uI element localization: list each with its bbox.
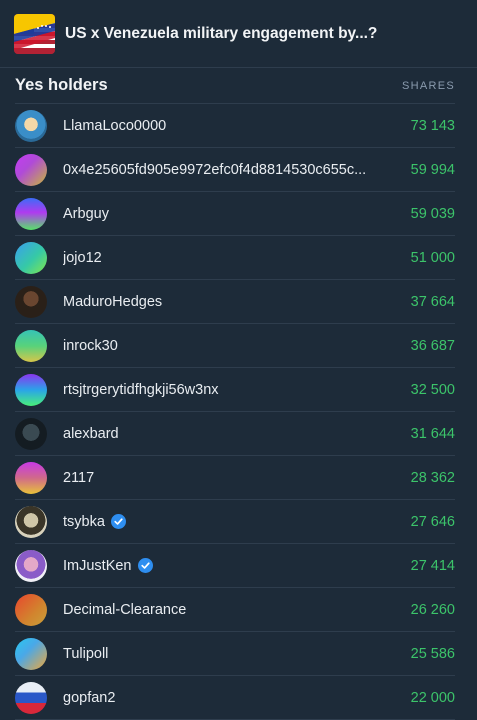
shares-column-label: SHARES — [401, 79, 455, 92]
holder-name[interactable]: alexbard — [63, 426, 119, 442]
holder-shares: 59 039 — [410, 205, 455, 222]
holder-shares: 73 143 — [410, 117, 455, 134]
holder-row[interactable]: 0x4e25605fd905e9972efc0f4d8814530c655c..… — [15, 148, 455, 192]
holder-row[interactable]: tsybka 27 646 — [15, 500, 455, 544]
avatar[interactable] — [15, 153, 47, 186]
holder-name[interactable]: jojo12 — [63, 250, 102, 266]
avatar[interactable] — [15, 593, 47, 626]
avatar[interactable] — [15, 461, 47, 494]
holder-shares: 31 644 — [410, 425, 455, 442]
market-header[interactable]: US x Venezuela military engagement by...… — [0, 0, 477, 68]
holder-name[interactable]: inrock30 — [63, 338, 118, 354]
holder-name[interactable]: Arbguy — [63, 206, 109, 222]
holder-name[interactable]: Tulipoll — [63, 646, 108, 662]
holder-shares: 22 000 — [410, 689, 455, 706]
holder-row[interactable]: jojo12 51 000 — [15, 236, 455, 280]
avatar[interactable] — [15, 109, 47, 142]
holder-name[interactable]: Decimal-Clearance — [63, 602, 186, 618]
holder-name[interactable]: rtsjtrgerytidfhgkji56w3nx — [63, 382, 219, 398]
holder-shares: 26 260 — [410, 601, 455, 618]
avatar[interactable] — [15, 241, 47, 274]
holder-row[interactable]: LlamaLoco0000 73 143 — [15, 104, 455, 148]
holder-name[interactable]: 2117 — [63, 470, 94, 486]
holder-shares: 32 500 — [410, 381, 455, 398]
holder-row[interactable]: alexbard 31 644 — [15, 412, 455, 456]
holder-name[interactable]: gopfan2 — [63, 690, 115, 706]
holder-name[interactable]: MaduroHedges — [63, 294, 162, 310]
holder-shares: 37 664 — [410, 293, 455, 310]
holder-row[interactable]: rtsjtrgerytidfhgkji56w3nx 32 500 — [15, 368, 455, 412]
avatar[interactable] — [15, 197, 47, 230]
holder-shares: 28 362 — [410, 469, 455, 486]
holder-row[interactable]: gopfan2 22 000 — [15, 676, 455, 720]
section-title: Yes holders — [15, 76, 108, 94]
holder-shares: 59 994 — [410, 161, 455, 178]
avatar[interactable] — [15, 637, 47, 670]
holder-shares: 27 414 — [410, 557, 455, 574]
avatar[interactable] — [15, 285, 47, 318]
holder-row[interactable]: 2117 28 362 — [15, 456, 455, 500]
avatar[interactable] — [15, 329, 47, 362]
holder-row[interactable]: ImJustKen 27 414 — [15, 544, 455, 588]
avatar[interactable] — [15, 373, 47, 406]
holder-shares: 36 687 — [410, 337, 455, 354]
holder-row[interactable]: inrock30 36 687 — [15, 324, 455, 368]
avatar[interactable] — [15, 681, 47, 714]
holder-row[interactable]: MaduroHedges 37 664 — [15, 280, 455, 324]
holder-row[interactable]: Tulipoll 25 586 — [15, 632, 455, 676]
verified-badge-icon — [137, 558, 153, 573]
holder-shares: 25 586 — [410, 645, 455, 662]
holder-row[interactable]: Decimal-Clearance 26 260 — [15, 588, 455, 632]
holder-shares: 27 646 — [410, 513, 455, 530]
holder-name[interactable]: tsybka — [63, 514, 105, 530]
holder-name[interactable]: ImJustKen — [63, 558, 132, 574]
avatar[interactable] — [15, 549, 47, 582]
us-venezuela-flag-icon — [14, 13, 55, 54]
avatar[interactable] — [15, 417, 47, 450]
verified-badge-icon — [110, 514, 126, 529]
holders-list: LlamaLoco0000 73 143 0x4e25605fd905e9972ef… — [15, 104, 455, 720]
holders-section-header: Yes holders SHARES — [15, 68, 455, 104]
holder-shares: 51 000 — [410, 249, 455, 266]
holder-name[interactable]: LlamaLoco0000 — [63, 118, 166, 134]
avatar[interactable] — [15, 505, 47, 538]
holder-row[interactable]: Arbguy 59 039 — [15, 192, 455, 236]
market-title[interactable]: US x Venezuela military engagement by...… — [65, 25, 377, 43]
holder-name[interactable]: 0x4e25605fd905e9972efc0f4d8814530c655c..… — [63, 162, 366, 178]
